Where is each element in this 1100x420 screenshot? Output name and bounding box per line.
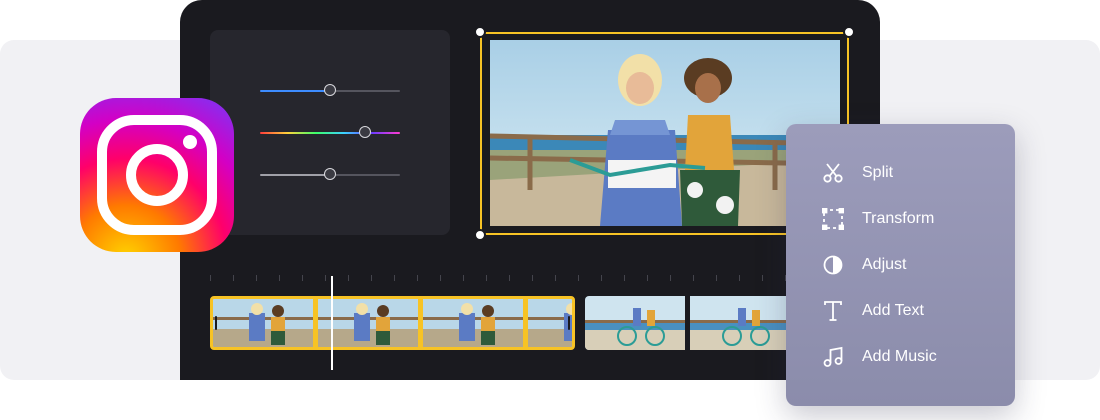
ruler-tick (739, 275, 740, 281)
menu-item-label: Adjust (862, 256, 907, 273)
ruler-tick (693, 275, 694, 281)
text-icon (822, 300, 844, 322)
menu-item-label: Add Music (862, 348, 937, 365)
clip-trim-handle-right[interactable] (568, 316, 570, 330)
ruler-tick (302, 275, 303, 281)
transform-icon (822, 208, 844, 230)
ruler-tick (762, 275, 763, 281)
slider-knob[interactable] (324, 84, 336, 96)
ruler-tick (210, 275, 211, 281)
ruler-tick (716, 275, 717, 281)
ruler-tick (256, 275, 257, 281)
menu-item-label: Add Text (862, 302, 924, 319)
adjust-icon (822, 254, 844, 276)
resize-handle-top-left[interactable] (474, 26, 486, 38)
ruler-tick (348, 275, 349, 281)
scissors-icon (822, 162, 844, 184)
ruler-tick (233, 275, 234, 281)
resize-handle-bottom-left[interactable] (474, 229, 486, 241)
clip-trim-handle-left[interactable] (215, 316, 217, 330)
ruler-tick (555, 275, 556, 281)
menu-item-label: Split (862, 164, 894, 181)
menu-item-adjust[interactable]: Adjust (822, 253, 906, 277)
ruler-tick (371, 275, 372, 281)
playhead[interactable] (331, 276, 333, 370)
brightness-slider[interactable] (260, 84, 400, 96)
slider-knob[interactable] (359, 126, 371, 138)
ruler-tick (486, 275, 487, 281)
menu-item-add-text[interactable]: Add Text (822, 299, 924, 323)
menu-item-label: Transform (862, 210, 935, 227)
saturation-slider[interactable] (260, 168, 400, 180)
hue-slider[interactable] (260, 126, 400, 138)
music-icon (822, 346, 844, 368)
menu-item-split[interactable]: Split (822, 161, 893, 185)
ruler-tick (440, 275, 441, 281)
ruler-tick (509, 275, 510, 281)
ruler-tick (463, 275, 464, 281)
ruler-tick (532, 275, 533, 281)
context-menu: Split Transform Adjust Add Text Add Musi… (786, 124, 1015, 406)
ruler-tick (325, 275, 326, 281)
instagram-logo (80, 98, 234, 252)
slider-knob[interactable] (324, 168, 336, 180)
ruler-tick (601, 275, 602, 281)
ruler-tick (279, 275, 280, 281)
ruler-tick (417, 275, 418, 281)
menu-item-add-music[interactable]: Add Music (822, 345, 937, 369)
ruler-tick (670, 275, 671, 281)
ruler-tick (647, 275, 648, 281)
selected-clip[interactable] (210, 296, 575, 350)
resize-handle-top-right[interactable] (843, 26, 855, 38)
ruler-tick (624, 275, 625, 281)
timeline-ruler (210, 275, 860, 285)
ruler-tick (578, 275, 579, 281)
ruler-tick (394, 275, 395, 281)
menu-item-transform[interactable]: Transform (822, 207, 934, 231)
video-editor (180, 0, 880, 380)
adjust-panel (210, 30, 450, 235)
